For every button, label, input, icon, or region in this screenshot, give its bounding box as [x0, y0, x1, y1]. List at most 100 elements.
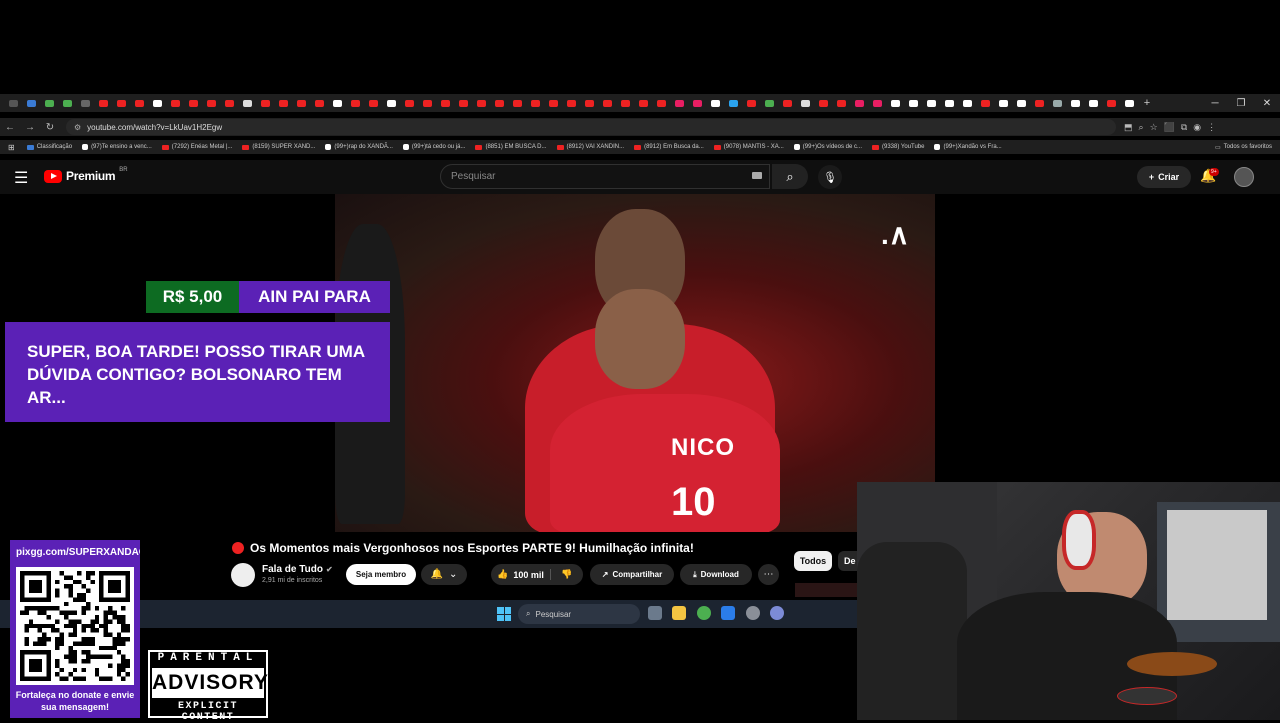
browser-tab[interactable]	[670, 94, 688, 112]
more-actions-button[interactable]: ⋯	[758, 564, 779, 585]
obs-icon[interactable]	[746, 606, 760, 620]
bookmark-item[interactable]: (9078) MANTIS - XA...	[713, 144, 784, 150]
browser-tab[interactable]	[256, 94, 274, 112]
browser-tab[interactable]	[58, 94, 76, 112]
site-info-icon[interactable]: ⚙	[74, 123, 81, 132]
browser-tab[interactable]	[688, 94, 706, 112]
forward-icon[interactable]: →	[20, 122, 40, 133]
search-button[interactable]: ⌕	[772, 164, 808, 189]
video-player[interactable]: NICO 10 .∧	[335, 194, 935, 532]
browser-tab[interactable]	[4, 94, 22, 112]
keyboard-icon[interactable]	[752, 172, 762, 179]
browser-tab[interactable]	[940, 94, 958, 112]
browser-tab[interactable]	[544, 94, 562, 112]
channel-avatar[interactable]	[231, 563, 255, 587]
bookmark-item[interactable]: (99+)rap do XANDÃ...	[325, 144, 393, 150]
browser-tab[interactable]	[76, 94, 94, 112]
browser-tab[interactable]	[1120, 94, 1138, 112]
back-icon[interactable]: ←	[0, 122, 20, 133]
new-tab-icon[interactable]: +	[1138, 94, 1156, 112]
address-bar[interactable]: ⚙ youtube.com/watch?v=LkUav1H2Egw	[66, 119, 1116, 135]
share-button[interactable]: ↗ Compartilhar	[590, 564, 674, 585]
browser-tab[interactable]	[634, 94, 652, 112]
zoom-icon[interactable]: ⌕	[1139, 122, 1144, 133]
task-view-icon[interactable]	[648, 606, 662, 620]
browser-tab[interactable]	[22, 94, 40, 112]
extension-icon[interactable]: ⬛	[1164, 122, 1175, 133]
bookmark-item[interactable]: (8159) SUPER XAND...	[242, 144, 315, 150]
browser-tab[interactable]	[814, 94, 832, 112]
chrome-icon[interactable]	[697, 606, 711, 620]
chip-all[interactable]: Todos	[794, 551, 832, 571]
browser-tab[interactable]	[1048, 94, 1066, 112]
browser-tab[interactable]	[40, 94, 58, 112]
browser-tab[interactable]	[382, 94, 400, 112]
settings-icon[interactable]	[770, 606, 784, 620]
voice-search-button[interactable]: 🎙	[818, 165, 842, 189]
maximize-icon[interactable]: ❐	[1228, 94, 1254, 112]
browser-tab[interactable]	[202, 94, 220, 112]
browser-tab[interactable]	[958, 94, 976, 112]
browser-tab[interactable]	[1084, 94, 1102, 112]
bookmark-item[interactable]: (8912) VAI XANDIN...	[556, 144, 624, 150]
bookmark-item[interactable]: (7292) Enéas Metal |...	[161, 144, 232, 150]
browser-tab[interactable]	[706, 94, 724, 112]
browser-tab[interactable]	[472, 94, 490, 112]
browser-tab[interactable]	[1030, 94, 1048, 112]
subscription-bell-button[interactable]: 🔔 ⌄	[421, 564, 467, 585]
browser-tab[interactable]	[724, 94, 742, 112]
browser-tab[interactable]	[364, 94, 382, 112]
browser-tab[interactable]	[850, 94, 868, 112]
browser-tab[interactable]	[742, 94, 760, 112]
browser-tab[interactable]	[292, 94, 310, 112]
browser-tab[interactable]	[490, 94, 508, 112]
menu-dots-icon[interactable]: ⋮	[1207, 122, 1216, 133]
browser-tab[interactable]	[130, 94, 148, 112]
join-button[interactable]: Seja membro	[346, 564, 416, 585]
install-icon[interactable]: ⬒	[1124, 122, 1133, 133]
browser-tab[interactable]	[886, 94, 904, 112]
all-favorites[interactable]: ▭ Todos os favoritos	[1215, 144, 1272, 151]
star-icon[interactable]: ☆	[1150, 122, 1158, 133]
apps-icon[interactable]: ⊞	[8, 143, 15, 152]
browser-tab[interactable]	[1102, 94, 1120, 112]
browser-tab[interactable]	[832, 94, 850, 112]
browser-tab[interactable]	[274, 94, 292, 112]
browser-tab[interactable]	[1012, 94, 1030, 112]
bookmark-item[interactable]: Classificação	[26, 144, 72, 150]
browser-tab[interactable]	[652, 94, 670, 112]
reload-icon[interactable]: ↻	[40, 122, 60, 133]
bookmark-item[interactable]: (8851) EM BUSCA D...	[475, 144, 547, 150]
browser-tab[interactable]	[220, 94, 238, 112]
bookmark-item[interactable]: (9338) YouTube	[872, 144, 924, 150]
profile-icon[interactable]: ◉	[1193, 122, 1201, 133]
bookmark-item[interactable]: (99+)Xandão vs Fra...	[934, 144, 1002, 150]
browser-tab[interactable]	[922, 94, 940, 112]
account-avatar[interactable]	[1234, 167, 1254, 187]
close-icon[interactable]: ✕	[1254, 94, 1280, 112]
browser-tab[interactable]	[94, 94, 112, 112]
hamburger-menu-icon[interactable]: ☰	[14, 168, 28, 188]
windows-start-icon[interactable]	[497, 607, 511, 621]
like-button[interactable]: 👍 100 mil	[491, 569, 551, 580]
search-input[interactable]: Pesquisar	[440, 164, 770, 189]
download-button[interactable]: ⤓ Download	[680, 564, 752, 585]
browser-tab[interactable]	[580, 94, 598, 112]
browser-tab[interactable]	[400, 94, 418, 112]
recommended-thumbnail[interactable]	[795, 583, 857, 597]
browser-tab[interactable]	[976, 94, 994, 112]
browser-tab[interactable]	[238, 94, 256, 112]
puzzle-icon[interactable]: ⧉	[1181, 122, 1187, 133]
create-button[interactable]: + Criar	[1137, 166, 1191, 188]
browser-tab[interactable]	[760, 94, 778, 112]
chip-from-channel[interactable]: De	[838, 551, 858, 571]
browser-tab[interactable]	[310, 94, 328, 112]
browser-tab[interactable]	[148, 94, 166, 112]
browser-tab[interactable]	[346, 94, 364, 112]
app-icon[interactable]	[721, 606, 735, 620]
browser-tab[interactable]	[328, 94, 346, 112]
minimize-icon[interactable]: ─	[1202, 94, 1228, 112]
browser-tab[interactable]	[796, 94, 814, 112]
browser-tab[interactable]	[598, 94, 616, 112]
bookmark-item[interactable]: (97)Te ensino a venc...	[82, 144, 152, 150]
